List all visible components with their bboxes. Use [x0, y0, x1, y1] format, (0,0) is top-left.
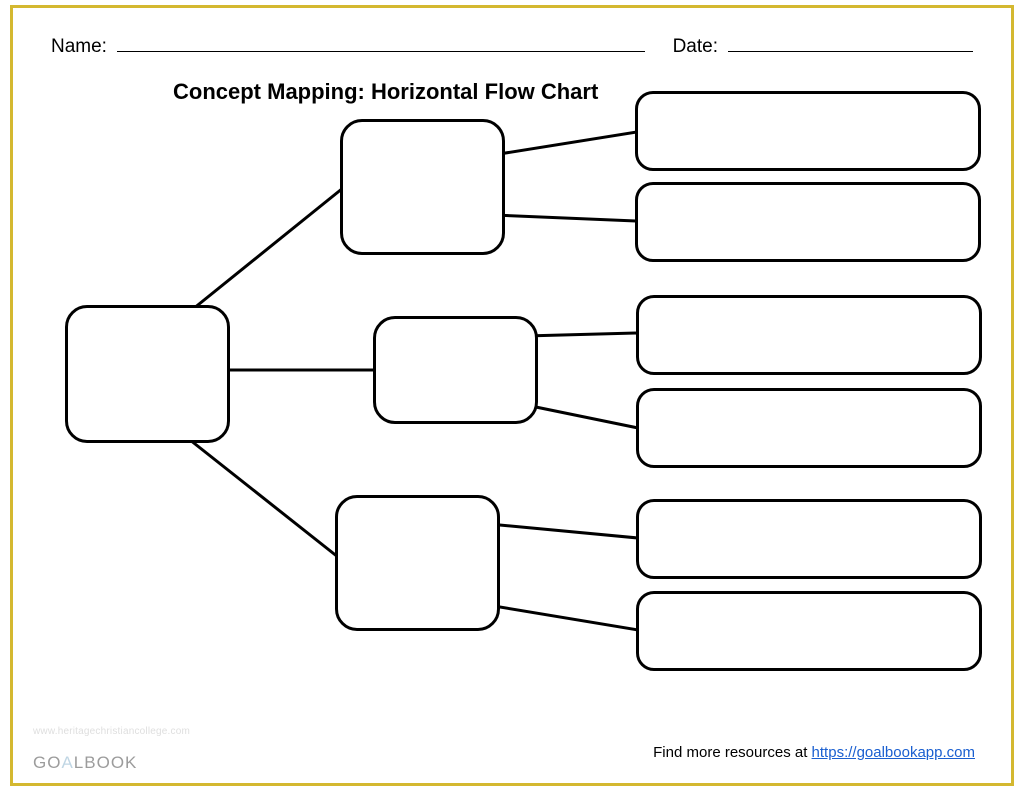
node-mid-2[interactable] [373, 316, 538, 424]
goalbook-logo: GOALBOOK [33, 753, 137, 773]
date-input-line[interactable] [728, 36, 973, 52]
edge-root-mid3 [185, 436, 343, 561]
node-root[interactable] [65, 305, 230, 443]
name-label: Name: [51, 36, 107, 58]
node-leaf-6[interactable] [636, 591, 982, 671]
footer-prefix: Find more resources at [653, 744, 811, 761]
node-leaf-4[interactable] [636, 388, 982, 468]
node-leaf-1[interactable] [635, 91, 981, 171]
logo-accent: A [61, 753, 73, 772]
edge-mid1-lf1 [493, 132, 637, 155]
node-leaf-5[interactable] [636, 499, 982, 579]
edge-mid3-lf5 [489, 524, 638, 538]
logo-part2: LBOOK [74, 753, 138, 772]
edge-root-mid1 [188, 188, 343, 313]
edge-mid3-lf6 [482, 604, 638, 630]
worksheet-title: Concept Mapping: Horizontal Flow Chart [173, 79, 598, 105]
node-mid-1[interactable] [340, 119, 505, 255]
worksheet-page: Name: Date: Concept Mapping: Horizontal … [10, 5, 1014, 786]
node-leaf-3[interactable] [636, 295, 982, 375]
footer-resources: Find more resources at https://goalbooka… [653, 744, 975, 761]
date-label: Date: [673, 36, 718, 58]
node-mid-3[interactable] [335, 495, 500, 631]
watermark-text: www.heritagechristiancollege.com [33, 726, 190, 737]
footer-link[interactable]: https://goalbookapp.com [812, 744, 975, 761]
edge-mid2-lf4 [526, 405, 638, 428]
name-input-line[interactable] [117, 36, 645, 52]
node-leaf-2[interactable] [635, 182, 981, 262]
header-row: Name: Date: [51, 36, 973, 58]
edge-mid1-lf2 [493, 215, 637, 221]
edge-mid2-lf3 [525, 333, 638, 336]
logo-part1: GO [33, 753, 61, 772]
